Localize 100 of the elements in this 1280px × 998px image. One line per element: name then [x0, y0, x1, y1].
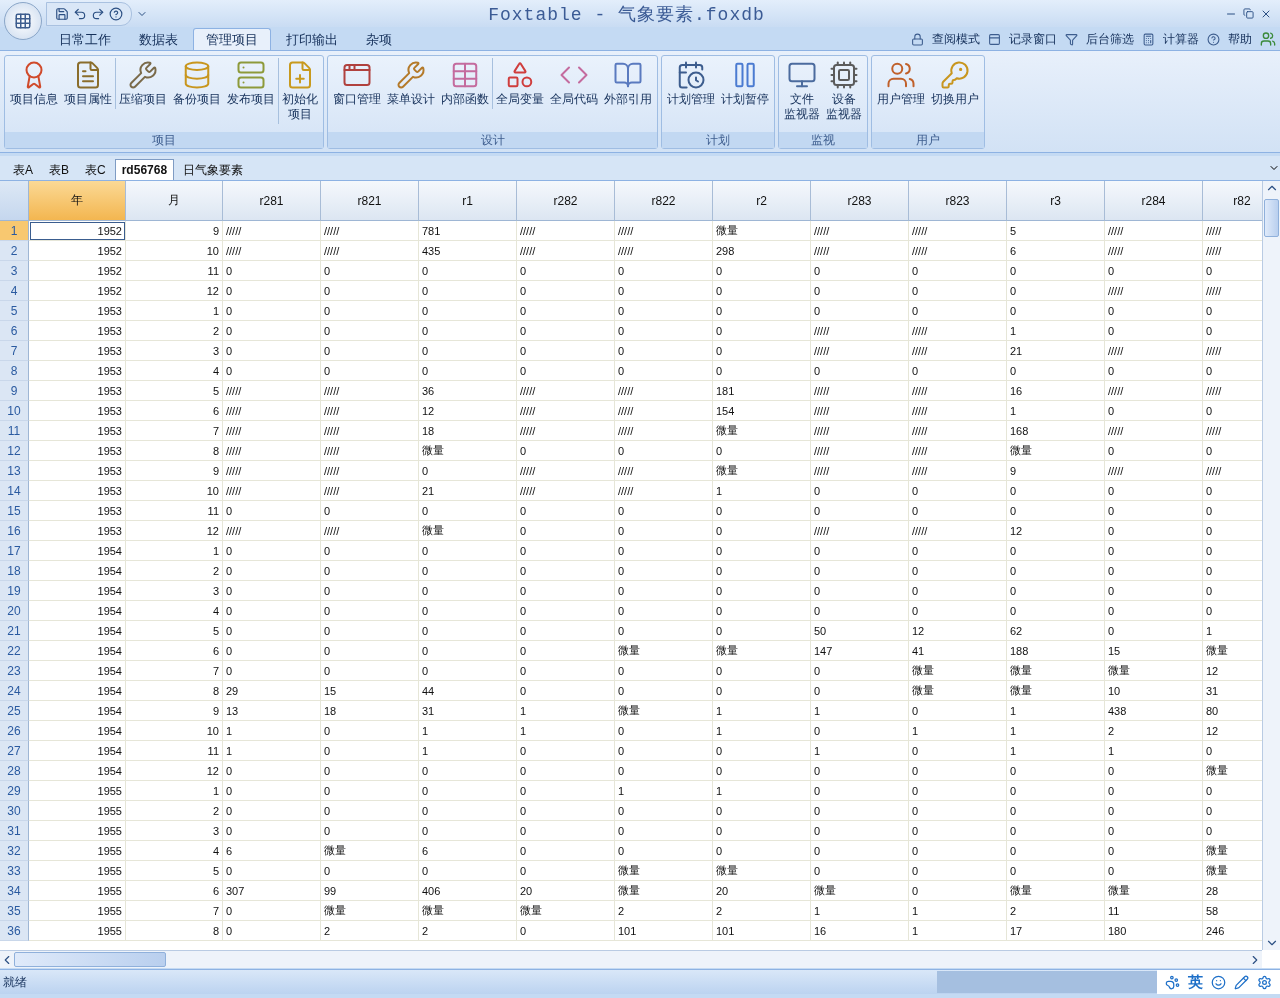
app-menu-button[interactable]: [4, 2, 42, 40]
row-number[interactable]: 26: [0, 721, 29, 741]
ribbon-button[interactable]: 外部引用: [601, 58, 655, 109]
sheet-tab[interactable]: 表A: [6, 159, 40, 180]
ribbon-button[interactable]: 计划管理: [664, 58, 718, 109]
ribbon-button[interactable]: 窗口管理: [330, 58, 384, 109]
column-header[interactable]: 年: [29, 181, 126, 221]
column-header[interactable]: r3: [1007, 181, 1105, 221]
table-cell: 2: [126, 801, 223, 821]
column-header[interactable]: r821: [321, 181, 419, 221]
row-number[interactable]: 1: [0, 221, 29, 241]
restore-icon[interactable]: [1243, 7, 1254, 20]
ribbon-tab[interactable]: 杂项: [353, 28, 405, 50]
row-number[interactable]: 3: [0, 261, 29, 281]
row-number[interactable]: 14: [0, 481, 29, 501]
ribbon-button[interactable]: 设备 监视器: [823, 58, 865, 124]
ribbon-button[interactable]: 菜单设计: [384, 58, 438, 109]
ribbon-button[interactable]: 文件 监视器: [781, 58, 823, 124]
row-number[interactable]: 32: [0, 841, 29, 861]
column-header[interactable]: 月: [126, 181, 223, 221]
column-header[interactable]: r1: [419, 181, 517, 221]
toolbar-link[interactable]: 帮助: [1228, 30, 1252, 48]
input-mode-toggle[interactable]: 英: [1188, 972, 1203, 992]
row-number[interactable]: 29: [0, 781, 29, 801]
ribbon-button[interactable]: 全局变量: [492, 58, 547, 109]
row-number[interactable]: 27: [0, 741, 29, 761]
row-number[interactable]: 11: [0, 421, 29, 441]
row-number[interactable]: 33: [0, 861, 29, 881]
row-number[interactable]: 36: [0, 921, 29, 941]
save-icon[interactable]: [55, 6, 69, 21]
sheet-tab[interactable]: rd56768: [114, 159, 175, 180]
row-number[interactable]: 30: [0, 801, 29, 821]
users-icon[interactable]: [1260, 31, 1276, 47]
row-number[interactable]: 10: [0, 401, 29, 421]
sheet-tab[interactable]: 表C: [78, 159, 113, 180]
sheet-tab[interactable]: 日气象要素: [176, 159, 251, 180]
column-header[interactable]: r284: [1105, 181, 1203, 221]
row-number[interactable]: 9: [0, 381, 29, 401]
row-number[interactable]: 4: [0, 281, 29, 301]
column-header[interactable]: r283: [811, 181, 909, 221]
row-number[interactable]: 12: [0, 441, 29, 461]
row-number[interactable]: 34: [0, 881, 29, 901]
row-number[interactable]: 24: [0, 681, 29, 701]
toolbar-link[interactable]: 查阅模式: [932, 30, 980, 48]
row-number[interactable]: 13: [0, 461, 29, 481]
row-number[interactable]: 19: [0, 581, 29, 601]
row-number[interactable]: 16: [0, 521, 29, 541]
smiley-icon[interactable]: [1211, 974, 1226, 990]
row-number[interactable]: 22: [0, 641, 29, 661]
row-number[interactable]: 17: [0, 541, 29, 561]
ribbon-button[interactable]: 计划暂停: [718, 58, 772, 109]
redo-icon[interactable]: [91, 6, 105, 21]
ribbon-button[interactable]: 压缩项目: [115, 58, 170, 109]
column-header[interactable]: r2: [713, 181, 811, 221]
paw-icon[interactable]: [1165, 974, 1180, 990]
column-header[interactable]: r281: [223, 181, 321, 221]
ribbon-button[interactable]: 项目属性: [61, 58, 115, 109]
ribbon-button[interactable]: 初始化 项目: [278, 58, 321, 124]
column-header[interactable]: r282: [517, 181, 615, 221]
help-icon[interactable]: [109, 6, 123, 21]
pencil-icon[interactable]: [1234, 974, 1249, 990]
scrollbar-thumb[interactable]: [14, 952, 166, 967]
row-number[interactable]: 21: [0, 621, 29, 641]
toolbar-link[interactable]: 计算器: [1163, 30, 1199, 48]
column-header[interactable]: r823: [909, 181, 1007, 221]
row-number[interactable]: 35: [0, 901, 29, 921]
row-number[interactable]: 6: [0, 321, 29, 341]
vertical-scrollbar[interactable]: [1262, 181, 1280, 950]
ribbon-tab[interactable]: 数据表: [126, 28, 191, 50]
row-number[interactable]: 18: [0, 561, 29, 581]
ribbon-button[interactable]: 全局代码: [547, 58, 601, 109]
row-number[interactable]: 8: [0, 361, 29, 381]
row-number[interactable]: 23: [0, 661, 29, 681]
toolbar-link[interactable]: 后台筛选: [1086, 30, 1134, 48]
table-cell: 406: [419, 881, 517, 901]
ribbon-tab[interactable]: 打印输出: [273, 28, 351, 50]
settings-icon[interactable]: [1257, 974, 1272, 990]
row-number[interactable]: 31: [0, 821, 29, 841]
row-number[interactable]: 15: [0, 501, 29, 521]
ribbon-button[interactable]: 发布项目: [224, 58, 278, 109]
ribbon-button[interactable]: 用户管理: [874, 58, 928, 109]
sheet-tab[interactable]: 表B: [42, 159, 77, 180]
ribbon-button[interactable]: 切换用户: [928, 58, 982, 109]
horizontal-scrollbar[interactable]: [0, 950, 1262, 968]
row-number[interactable]: 7: [0, 341, 29, 361]
row-number[interactable]: 28: [0, 761, 29, 781]
column-header[interactable]: r82: [1203, 181, 1262, 221]
column-header[interactable]: r822: [615, 181, 713, 221]
row-number[interactable]: 5: [0, 301, 29, 321]
ribbon-tab[interactable]: 管理项目: [193, 28, 271, 50]
toolbar-link[interactable]: 记录窗口: [1009, 30, 1057, 48]
ribbon-button[interactable]: 备份项目: [170, 58, 224, 109]
row-number[interactable]: 25: [0, 701, 29, 721]
scrollbar-thumb[interactable]: [1264, 199, 1279, 237]
row-number[interactable]: 20: [0, 601, 29, 621]
row-number[interactable]: 2: [0, 241, 29, 261]
ribbon-tab[interactable]: 日常工作: [46, 28, 124, 50]
undo-icon[interactable]: [73, 6, 87, 21]
ribbon-button[interactable]: 项目信息: [7, 58, 61, 109]
ribbon-button[interactable]: 内部函数: [438, 58, 492, 109]
